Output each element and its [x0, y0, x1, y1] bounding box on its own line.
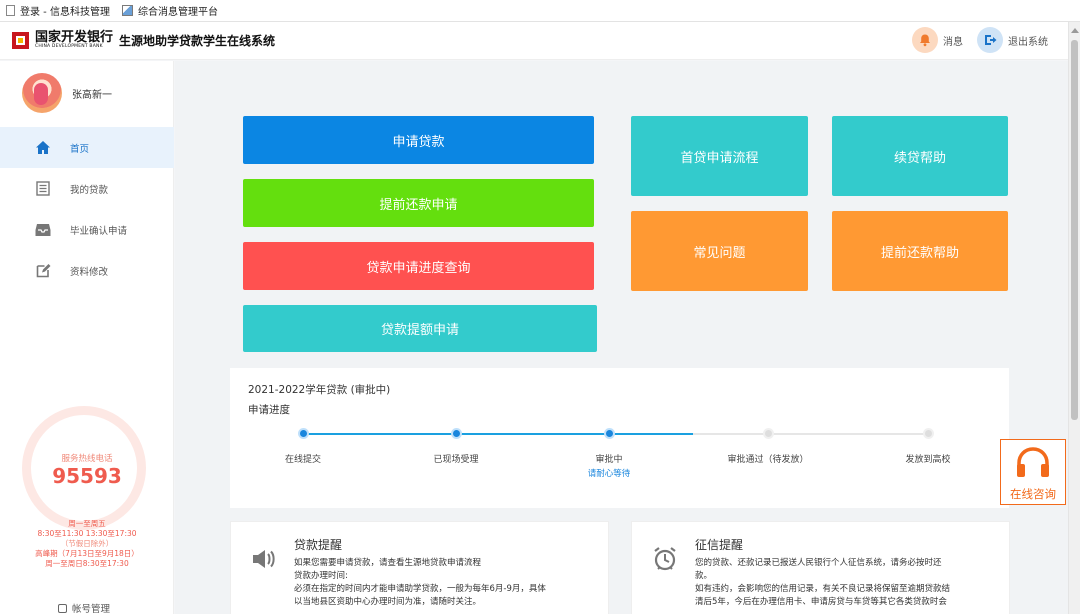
progress-step: 在线提交 — [243, 428, 363, 465]
account-label: 帐号管理 — [72, 604, 111, 614]
hours-line: 周一至周日8:30至17:30 — [45, 559, 129, 568]
main-content: 申请贷款 提前还款申请 贷款申请进度查询 贷款提额申请 首贷申请流程 续贷帮助 … — [175, 61, 1068, 614]
account-management-link[interactable]: 帐号管理 — [58, 601, 110, 614]
logout-icon — [977, 27, 1003, 53]
first-loan-process-button[interactable]: 首贷申请流程 — [631, 116, 808, 196]
step-dot — [297, 428, 309, 439]
progress-title: 2021-2022学年贷款 (审批中) — [248, 384, 391, 396]
hours-line: 高峰期（7月13日至9月18日） — [35, 549, 139, 558]
messages-button[interactable]: 消息 — [912, 27, 963, 53]
early-repay-help-button[interactable]: 提前还款帮助 — [832, 211, 1008, 291]
avatar — [22, 73, 62, 113]
online-consult-label: 在线咨询 — [1010, 487, 1056, 501]
home-icon — [34, 140, 52, 155]
sidebar-item-label: 首页 — [70, 143, 90, 155]
apply-loan-button[interactable]: 申请贷款 — [243, 116, 594, 164]
application-progress-card: 2021-2022学年贷款 (审批中) 申请进度 在线提交 已现场受理 审批中 … — [230, 368, 1009, 508]
early-repay-apply-button[interactable]: 提前还款申请 — [243, 179, 594, 227]
hours-line: 8:30至11:30 13:30至17:30 — [37, 529, 137, 538]
page-icon — [6, 5, 15, 16]
app-header: 国家开发银行 CHINA DEVELOPMENT BANK 生源地助学贷款学生在… — [0, 22, 1068, 60]
user-name: 张高新一 — [72, 89, 112, 101]
bank-logo[interactable]: 国家开发银行 CHINA DEVELOPMENT BANK — [12, 31, 113, 50]
notice-line: 如有违约，会影响您的信用记录，有关不良记录将保留至逾期贷款结 — [695, 584, 951, 594]
system-title: 生源地助学贷款学生在线系统 — [119, 34, 276, 48]
alarm-clock-icon — [650, 544, 680, 574]
logo-chinese-name: 国家开发银行 — [35, 30, 114, 46]
sidebar-item-label: 毕业确认申请 — [70, 225, 128, 237]
step-dot — [603, 428, 615, 439]
notice-line: 必须在指定的时间内才能申请助学贷款，一般为每年6月-9月，具体 — [294, 584, 546, 594]
step-label: 在线提交 — [284, 455, 321, 465]
credit-reminder-card: 征信提醒 您的贷款、还款记录已报送人民银行个人征信系统，请务必按时还 款。 如有… — [631, 521, 1010, 614]
progress-step: 发放到高校 — [868, 428, 988, 465]
progress-step: 已现场受理 — [396, 428, 516, 465]
loan-reminder-card: 贷款提醒 如果您需要申请贷款，请查看生源地贷款申请流程 贷款办理时间: 必须在指… — [230, 521, 609, 614]
notice-title: 征信提醒 — [695, 538, 744, 552]
step-label: 发放到高校 — [905, 455, 951, 465]
step-label: 审批中 — [595, 455, 623, 465]
vertical-scrollbar[interactable] — [1068, 22, 1080, 614]
logout-button[interactable]: 退出系统 — [977, 27, 1048, 53]
progress-query-button[interactable]: 贷款申请进度查询 — [243, 242, 594, 290]
sidebar-item-label: 资料修改 — [70, 266, 109, 278]
notice-line: 清后5年，今后在办理信用卡、申请房贷与车贷等其它各类贷款时会 — [695, 597, 947, 607]
hotline-panel: 服务热线电话 95593 — [0, 406, 174, 536]
hours-line: 周一至周五 — [68, 519, 106, 528]
bookmark-label: 登录 - 信息科技管理 — [20, 7, 110, 18]
sidebar-item-label: 我的贷款 — [70, 184, 109, 196]
notice-line: 贷款办理时间: — [294, 571, 348, 581]
step-label: 已现场受理 — [433, 455, 479, 465]
notice-line: 款。 — [695, 571, 713, 581]
user-profile[interactable]: 张高新一 — [22, 73, 112, 113]
logout-label: 退出系统 — [1008, 36, 1048, 48]
notice-line: 您的贷款、还款记录已报送人民银行个人征信系统，请务必按时还 — [695, 558, 942, 568]
sidebar-item-home[interactable]: 首页 — [0, 127, 174, 168]
bookmark-message-platform[interactable]: 综合消息管理平台 — [121, 3, 218, 18]
logo-english-name: CHINA DEVELOPMENT BANK — [35, 44, 103, 50]
sidebar-item-my-loans[interactable]: 我的贷款 — [0, 168, 174, 209]
inbox-icon — [34, 223, 52, 237]
faq-button[interactable]: 常见问题 — [631, 211, 808, 291]
hotline-label: 服务热线电话 — [61, 454, 113, 464]
sidebar: 张高新一 首页 我的贷款 毕业确认申请 资料修改 服务热线电话 95593 周一… — [0, 61, 174, 614]
sidebar-nav: 首页 我的贷款 毕业确认申请 资料修改 — [0, 127, 174, 291]
step-dot — [450, 428, 462, 439]
hotline-number: 95593 — [52, 464, 122, 488]
bookmarks-bar: 登录 - 信息科技管理 综合消息管理平台 — [0, 0, 1080, 22]
edit-icon — [34, 263, 52, 278]
step-label: 审批通过（待发放） — [727, 455, 809, 465]
sidebar-item-edit-profile[interactable]: 资料修改 — [0, 250, 174, 291]
renew-help-button[interactable]: 续贷帮助 — [832, 116, 1008, 196]
bell-icon — [912, 27, 938, 53]
scroll-thumb[interactable] — [1071, 40, 1078, 420]
document-list-icon — [34, 181, 52, 196]
messages-label: 消息 — [943, 36, 963, 48]
notice-line: 如果您需要申请贷款，请查看生源地贷款申请流程 — [294, 558, 482, 568]
step-note: 请耐心等待 — [587, 469, 631, 479]
progress-subtitle: 申请进度 — [248, 404, 290, 416]
image-icon — [121, 5, 133, 16]
logo-mark-icon — [12, 32, 29, 49]
bookmark-login[interactable]: 登录 - 信息科技管理 — [6, 3, 110, 18]
sidebar-item-graduation[interactable]: 毕业确认申请 — [0, 209, 174, 250]
progress-step: 审批通过（待发放） — [708, 428, 828, 465]
step-dot — [922, 428, 934, 439]
notice-title: 贷款提醒 — [294, 538, 343, 552]
online-consult-button[interactable]: 在线咨询 — [1000, 439, 1066, 505]
loan-increase-apply-button[interactable]: 贷款提额申请 — [243, 305, 597, 352]
service-hours: 周一至周五 8:30至11:30 13:30至17:30 （节假日除外） 高峰期… — [0, 519, 174, 569]
account-icon — [58, 603, 67, 613]
progress-step: 审批中 请耐心等待 — [549, 428, 669, 479]
notice-line: 以当地县区资助中心办理时间为准，请随时关注。 — [294, 597, 482, 607]
scroll-up-icon[interactable] — [1071, 28, 1079, 33]
bookmark-label: 综合消息管理平台 — [137, 7, 218, 18]
speaker-icon — [249, 544, 279, 574]
headset-icon — [1014, 446, 1052, 484]
hours-line: （节假日除外） — [60, 539, 114, 548]
step-dot — [762, 428, 774, 439]
